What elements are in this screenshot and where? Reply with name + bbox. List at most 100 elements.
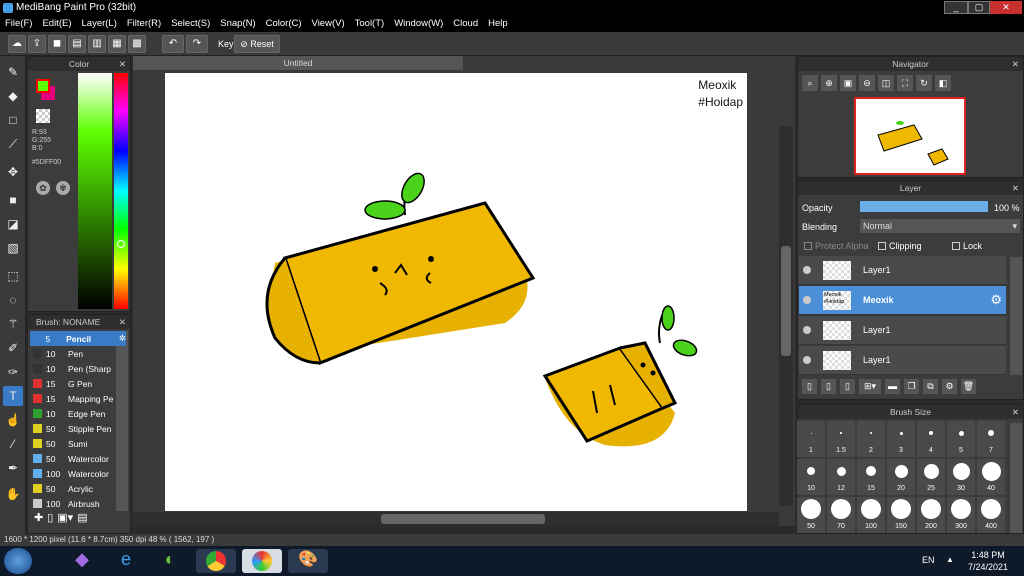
opacity-slider[interactable] [860,201,988,212]
pen-tool-icon[interactable]: ✒ [3,458,23,478]
drawing-canvas[interactable]: Meoxik #Hoidap [165,73,747,511]
flip-icon[interactable]: ◧ [935,75,951,91]
line-tool-icon[interactable]: ⟋ [3,134,23,154]
brush-size-option[interactable]: 3 [887,421,915,457]
close-button[interactable]: ✕ [990,1,1022,14]
menu-select[interactable]: Select(S) [166,16,215,32]
layer-scrollbar[interactable] [1010,257,1022,375]
brush-size-option[interactable]: 10 [797,459,825,495]
zoom-icon[interactable]: ⌕ [802,75,818,91]
brush-size-option[interactable]: 12 [827,459,855,495]
menu-window[interactable]: Window(W) [389,16,448,32]
undo-icon[interactable]: ↶ [162,35,184,53]
paint-icon[interactable]: 🎨 [288,549,328,573]
chrome-icon[interactable] [196,549,236,573]
grid-icon[interactable]: ▩ [128,35,146,53]
new-brush-icon[interactable]: ▯ [47,511,53,531]
protect-alpha-checkbox[interactable] [804,242,812,250]
brush-size-option[interactable]: 5 [947,421,975,457]
transparent-swatch[interactable] [36,109,50,123]
hand-tool-icon[interactable]: ✋ [3,484,23,504]
menu-help[interactable]: Help [483,16,513,32]
eyedropper-icon[interactable]: ⁄ [3,434,23,454]
fullscreen-icon[interactable]: ⛶ [897,75,913,91]
brush-size-option[interactable]: 50 [797,497,825,533]
rectangle-tool-icon[interactable]: □ [3,110,23,130]
protect-alpha-option[interactable]: Protect Alpha [804,241,869,251]
layer-settings-icon[interactable]: ⚙ [942,379,957,394]
navigator-preview[interactable] [854,97,966,175]
move-tool-icon[interactable]: ✥ [3,162,23,182]
hue-slider[interactable] [114,73,128,309]
maximize-button[interactable]: ▢ [968,1,990,14]
actual-size-icon[interactable]: ◫ [878,75,894,91]
visibility-icon[interactable] [803,266,811,274]
close-icon[interactable]: ✕ [1012,181,1019,195]
new-layer-icon[interactable]: ▯ [802,379,817,394]
lock-option[interactable]: Lock [952,241,982,251]
new-halftone-layer-icon[interactable]: ▯ [840,379,855,394]
clock[interactable]: 1:48 PM 7/24/2021 [962,549,1014,573]
brush-size-option[interactable]: 4 [917,421,945,457]
delete-layer-icon[interactable]: 🗑 [961,379,976,394]
brush-size-option[interactable]: 30 [947,459,975,495]
duplicate-layer-icon[interactable]: ❐ [904,379,919,394]
zoom-out-icon[interactable]: ⊖ [859,75,875,91]
horizontal-scroll-thumb[interactable] [381,514,545,524]
gradient-tool-icon[interactable]: ▧ [3,238,23,258]
brush-size-option[interactable]: 200 [917,497,945,533]
eraser-tool-icon[interactable]: ◆ [3,86,23,106]
comment-icon[interactable]: ◼ [48,35,66,53]
brush-item[interactable]: 50 Acrylic [30,481,126,496]
brush-size-option[interactable]: 15 [857,459,885,495]
share-icon[interactable]: ⇪ [28,35,46,53]
fit-icon[interactable]: ▣ [840,75,856,91]
menu-snap[interactable]: Snap(N) [215,16,260,32]
magic-wand-icon[interactable]: ⚚ [3,314,23,334]
saturation-brightness-picker[interactable] [78,73,112,309]
visibility-icon[interactable] [803,326,811,334]
brush-item[interactable]: 50 Watercolor [30,451,126,466]
hue-handle[interactable] [117,240,125,248]
minimize-button[interactable]: _ [944,1,968,14]
layers-icon[interactable]: ▦ [108,35,126,53]
chat-icon[interactable]: ▤ [68,35,86,53]
menu-view[interactable]: View(V) [307,16,350,32]
menu-layer[interactable]: Layer(L) [77,16,122,32]
brush-size-option[interactable]: 1.5 [827,421,855,457]
close-icon[interactable]: ✕ [1012,57,1019,71]
select-pen-icon[interactable]: ✐ [3,338,23,358]
add-brush-icon[interactable]: ✚ [34,511,43,531]
close-icon[interactable]: ✕ [119,315,126,329]
folder-icon[interactable]: ▬ [885,379,900,394]
document-tab[interactable]: Untitled [133,56,463,70]
cloud-icon[interactable]: ☁ [8,35,26,53]
menu-tool[interactable]: Tool(T) [350,16,390,32]
operation-tool-icon[interactable]: ☝ [3,410,23,430]
brush-item[interactable]: 100 Airbrush [30,496,126,511]
blending-select[interactable]: Normal ▾ [860,219,1020,233]
new-color-layer-icon[interactable]: ▯ [821,379,836,394]
visibility-icon[interactable] [803,356,811,364]
brush-item[interactable]: 15 Mapping Pe [30,391,126,406]
start-button[interactable] [4,548,32,574]
visibility-icon[interactable] [803,296,811,304]
redo-icon[interactable]: ↷ [186,35,208,53]
text-tool-icon[interactable]: T [3,386,23,406]
brush-size-option[interactable]: 400 [977,497,1005,533]
zoom-in-icon[interactable]: ⊕ [821,75,837,91]
brush-item[interactable]: 10 Pen [30,346,126,361]
gear-icon[interactable]: ⚙ [990,292,1002,308]
brush-item[interactable]: 50 Stipple Pen [30,421,126,436]
lock-checkbox[interactable] [952,242,960,250]
layer-row[interactable]: Layer1 [799,316,1006,345]
coccoc-browser-icon[interactable]: ◐ [150,549,190,573]
brush-size-option[interactable]: 2 [857,421,885,457]
tray-arrow-icon[interactable]: ▲ [946,555,954,564]
brush-size-option[interactable]: 40 [977,459,1005,495]
horizontal-scrollbar[interactable] [133,512,779,526]
merge-layer-icon[interactable]: ⧉ [923,379,938,394]
brush-tool-icon[interactable]: ✎ [3,62,23,82]
layer-row[interactable]: Layer1 [799,256,1006,285]
fill-rect-tool-icon[interactable]: ■ [3,190,23,210]
